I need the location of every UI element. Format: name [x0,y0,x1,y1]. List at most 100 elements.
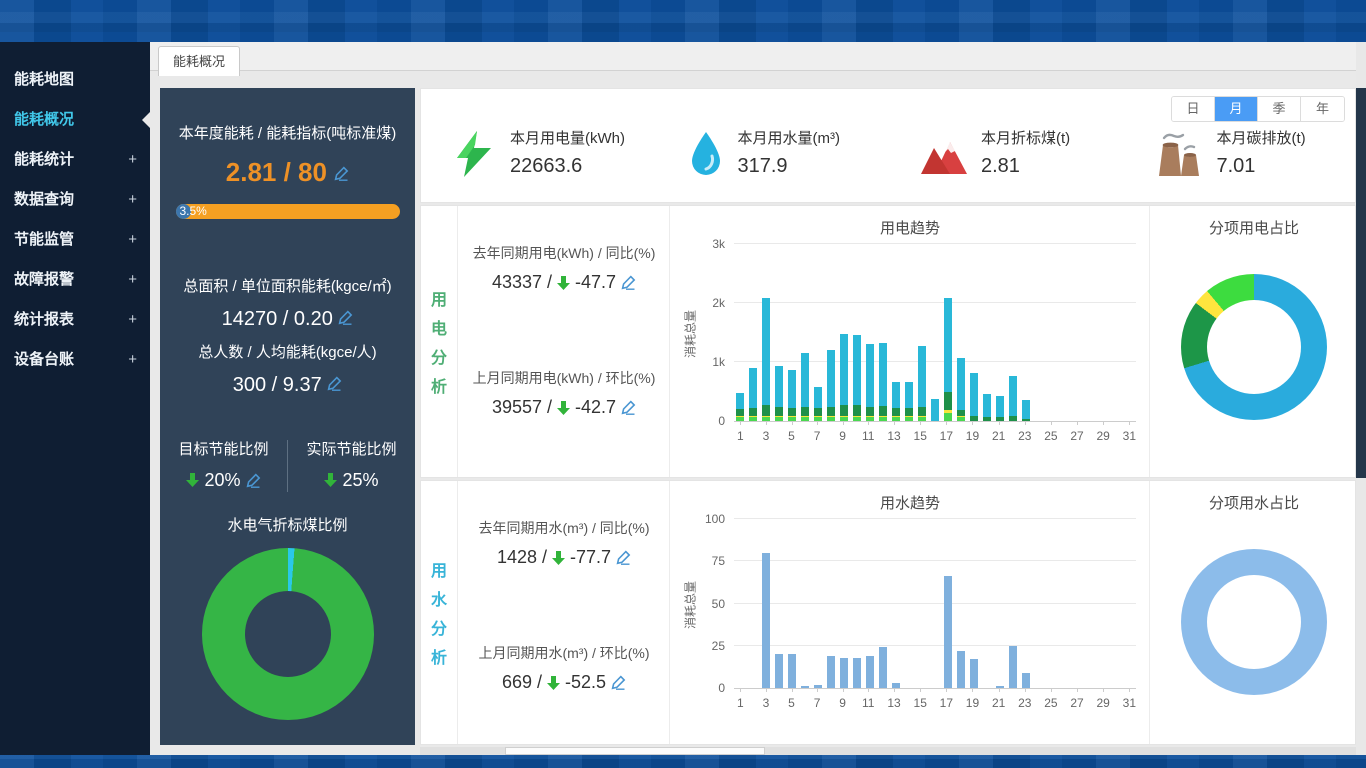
electricity-yoy-value: 43337/-47.7 [458,272,670,293]
vertical-scrollbar-thumb[interactable] [1356,88,1366,478]
edit-icon[interactable] [621,275,636,290]
edit-icon[interactable] [621,400,636,415]
sidebar-item-label: 能耗统计 [14,151,74,168]
actual-saving-label: 实际节能比例 [288,440,415,460]
sidebar-item-data-query[interactable]: 数据查询+ [0,180,150,220]
edit-icon[interactable] [616,550,631,565]
expand-plus-icon[interactable]: + [128,180,137,220]
water-yoy-value: 1428/-77.7 [458,547,670,568]
bar-day-23 [1019,244,1032,421]
bar-day-11 [864,519,877,688]
water-section-label: 用水分析 [421,481,457,744]
edit-icon[interactable] [334,166,349,181]
expand-plus-icon[interactable]: + [128,260,137,300]
bar-day-14 [903,519,916,688]
period-quarter-button[interactable]: 季 [1258,97,1301,121]
bar-day-12 [877,244,890,421]
stat-item: 本月碳排放(t) 7.01 [1122,129,1356,179]
expand-plus-icon[interactable]: + [128,220,137,260]
water-yoy-label: 去年同期用水(m³) / 同比(%) [458,519,670,538]
edit-icon[interactable] [327,376,342,391]
period-month-button[interactable]: 月 [1215,97,1258,121]
saving-ratio-row: 目标节能比例 20% 实际节能比例 25% [160,440,415,492]
sidebar-item-energy-overview[interactable]: 能耗概况 [0,100,150,140]
target-saving: 目标节能比例 20% [160,440,287,492]
edit-icon[interactable] [611,675,626,690]
bar-day-21 [993,519,1006,688]
dashboard-body: 本年度能耗 / 能耗指标(吨标准煤) 2.81 / 80 3.5% 总面积 / … [150,71,1356,755]
bar-day-6 [799,519,812,688]
bar-day-29 [1097,244,1110,421]
sidebar-item-energy-statistics[interactable]: 能耗统计 + [0,140,150,180]
target-saving-label: 目标节能比例 [160,440,287,460]
sidebar-item-label: 能耗地图 [14,71,74,88]
area-energy-label: 总面积 / 单位面积能耗(kgce/㎡) [160,277,415,297]
decrease-arrow-icon [547,676,560,690]
bar-day-4 [773,244,786,421]
expand-plus-icon[interactable]: + [128,340,137,380]
stat-value: 2.81 [981,153,1070,179]
tab-label: 能耗概况 [173,54,225,69]
bar-day-20 [980,519,993,688]
stat-value: 7.01 [1217,153,1306,179]
bar-day-6 [799,244,812,421]
electricity-trend-title: 用电趋势 [670,217,1150,238]
bar-day-24 [1032,244,1045,421]
bar-day-22 [1006,519,1019,688]
sidebar-item-statistical-report[interactable]: 统计报表 + [0,300,150,340]
water-drop-icon [687,130,725,178]
stat-label: 本月碳排放(t) [1217,129,1306,149]
bar-day-22 [1006,244,1019,421]
sidebar-item-label: 节能监管 [14,231,74,248]
expand-plus-icon[interactable]: + [128,300,137,340]
bar-day-23 [1019,519,1032,688]
bar-day-12 [877,519,890,688]
decrease-arrow-icon [557,276,570,290]
sidebar-item-energy-saving-supervision[interactable]: 节能监管 + [0,220,150,260]
sidebar-item-label: 统计报表 [14,311,74,328]
people-energy-value: 300 / 9.37 [160,372,415,398]
expand-plus-icon[interactable]: + [128,140,137,180]
bar-day-9 [838,244,851,421]
edit-icon[interactable] [246,473,261,488]
mountain-icon [920,132,968,176]
factory-icon [1154,131,1204,177]
bar-day-5 [786,519,799,688]
bar-day-19 [967,244,980,421]
sidebar-item-energy-map[interactable]: 能耗地图 [0,60,150,100]
bar-day-24 [1032,519,1045,688]
sidebar-item-fault-alarm[interactable]: 故障报警+ [0,260,150,300]
bar-day-13 [890,244,903,421]
bar-day-17 [942,519,955,688]
annual-progress-bar: 3.5% [176,204,400,219]
edit-icon[interactable] [338,310,353,325]
bar-day-3 [760,244,773,421]
monthly-stats-card: 日月季年 本月用电量(kWh)22663.6本月用水量(m³)317.9本月折标… [420,88,1356,203]
bar-day-7 [812,519,825,688]
decrease-arrow-icon [552,551,565,565]
area-energy-value: 14270 / 0.20 [160,306,415,332]
bar-day-9 [838,519,851,688]
sidebar-item-equipment-ledger[interactable]: 设备台账 + [0,340,150,380]
sidebar-item-label: 设备台账 [14,351,74,368]
water-share-donut-chart [1181,549,1327,695]
bar-day-26 [1058,244,1071,421]
bar-day-29 [1097,519,1110,688]
water-analysis-card: 用水分析 去年同期用水(m³) / 同比(%) 1428/-77.7 上月同期用… [420,480,1356,745]
period-year-button[interactable]: 年 [1301,97,1344,121]
period-day-button[interactable]: 日 [1172,97,1215,121]
actual-saving-value: 25% [288,468,415,492]
electricity-analysis-card: 用电分析 去年同期用电(kWh) / 同比(%) 43337/-47.7 上月同… [420,205,1356,478]
bar-day-21 [993,244,1006,421]
stat-label: 本月折标煤(t) [981,129,1070,149]
water-y-axis-label: 消耗总量 [682,581,699,629]
horizontal-scrollbar-thumb[interactable] [505,747,765,755]
stat-item: 本月用电量(kWh)22663.6 [421,129,655,179]
desktop-background: 能耗地图能耗概况能耗统计+数据查询+节能监管+故障报警+统计报表+设备台账+ 能… [0,0,1366,768]
horizontal-scrollbar [420,747,1356,755]
bar-day-19 [967,519,980,688]
bar-day-15 [916,519,929,688]
decrease-arrow-icon [557,401,570,415]
bar-day-15 [916,244,929,421]
water-trend-chart: 用水趋势 消耗总量 025507510013579111315171921232… [669,481,1150,744]
